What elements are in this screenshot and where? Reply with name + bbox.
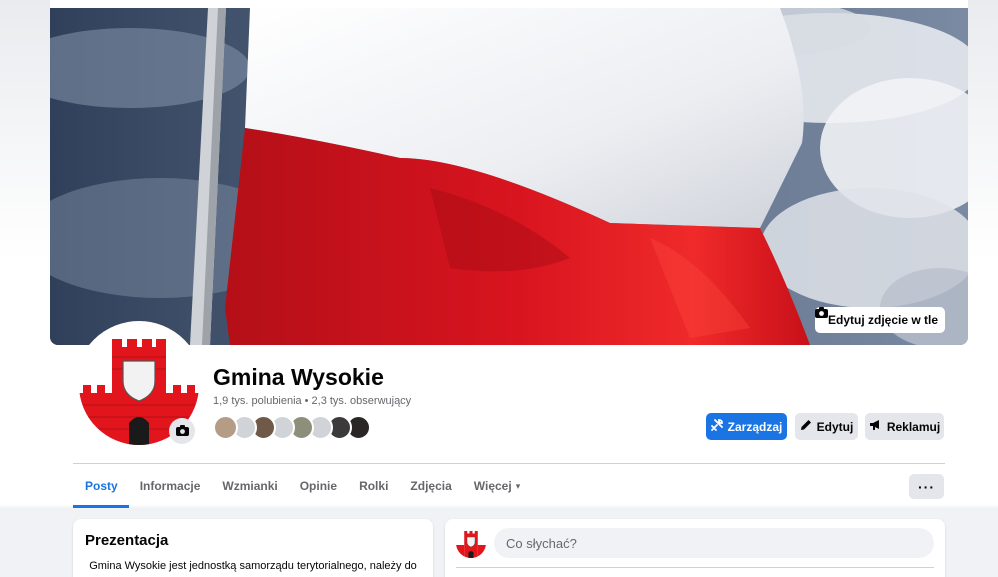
manage-label: Zarządzaj [727,419,783,434]
advertise-button[interactable]: Reklamuj [865,413,944,440]
advertise-label: Reklamuj [886,419,941,434]
tab-label: Wzmianki [222,479,278,493]
change-profile-picture-button[interactable] [169,418,195,444]
friend-avatar[interactable] [213,415,238,440]
tab-label: Posty [85,479,118,493]
coat-of-arms-icon [456,528,486,558]
camera-icon [175,424,189,439]
tab-label: Zdjęcia [410,479,452,493]
tab-mentions[interactable]: Wzmianki [211,464,288,508]
post-composer-card: Co słychać? [445,519,945,577]
more-options-button[interactable]: ··· [909,474,944,499]
tab-label: Opinie [299,479,338,493]
tab-more[interactable]: Więcej ▾ [463,464,531,508]
composer-input[interactable]: Co słychać? [494,528,934,558]
tab-label: Informacje [139,479,201,493]
intro-card: Prezentacja Gmina Wysokie jest jednostką… [73,519,433,577]
manage-button[interactable]: Zarządzaj [706,413,787,440]
tab-photos[interactable]: Zdjęcia [399,464,462,508]
page-stats: 1,9 tys. polubienia • 2,3 tys. obserwujący [213,395,411,407]
pencil-icon [800,419,812,434]
tab-reviews[interactable]: Opinie [289,464,348,508]
cover-flag-image [50,8,968,345]
tab-label: Więcej [473,479,512,493]
tools-icon [710,419,723,434]
megaphone-icon [869,419,882,434]
edit-label: Edytuj [816,419,854,434]
likes-count[interactable]: 1,9 tys. polubienia [213,395,302,407]
left-side-fade [0,0,50,260]
page-title: Gmina Wysokie [213,364,384,390]
intro-title: Prezentacja [85,532,169,549]
cover-photo[interactable]: Edytuj zdjęcie w tle [50,8,968,345]
chevron-down-icon: ▾ [515,480,521,491]
friend-avatars[interactable] [213,415,371,440]
edit-page-button[interactable]: Edytuj [795,413,858,440]
page-tabs: Posty Informacje Wzmianki Opinie Rolki Z… [73,464,531,508]
composer-divider [456,567,934,568]
intro-text: Gmina Wysokie jest jednostką samorządu t… [89,560,417,572]
tab-info[interactable]: Informacje [129,464,212,508]
composer-placeholder: Co słychać? [506,535,577,551]
tab-reels[interactable]: Rolki [348,464,399,508]
stats-separator: • [304,395,309,407]
composer-avatar[interactable] [456,528,486,558]
right-side-fade [968,0,998,260]
tab-label: Rolki [359,479,389,493]
edit-cover-photo-button[interactable]: Edytuj zdjęcie w tle [815,307,945,333]
more-options-icon: ··· [918,478,935,495]
followers-count[interactable]: 2,3 tys. obserwujący [312,395,412,407]
tab-posts[interactable]: Posty [73,464,129,508]
edit-cover-photo-label: Edytuj zdjęcie w tle [827,313,939,327]
